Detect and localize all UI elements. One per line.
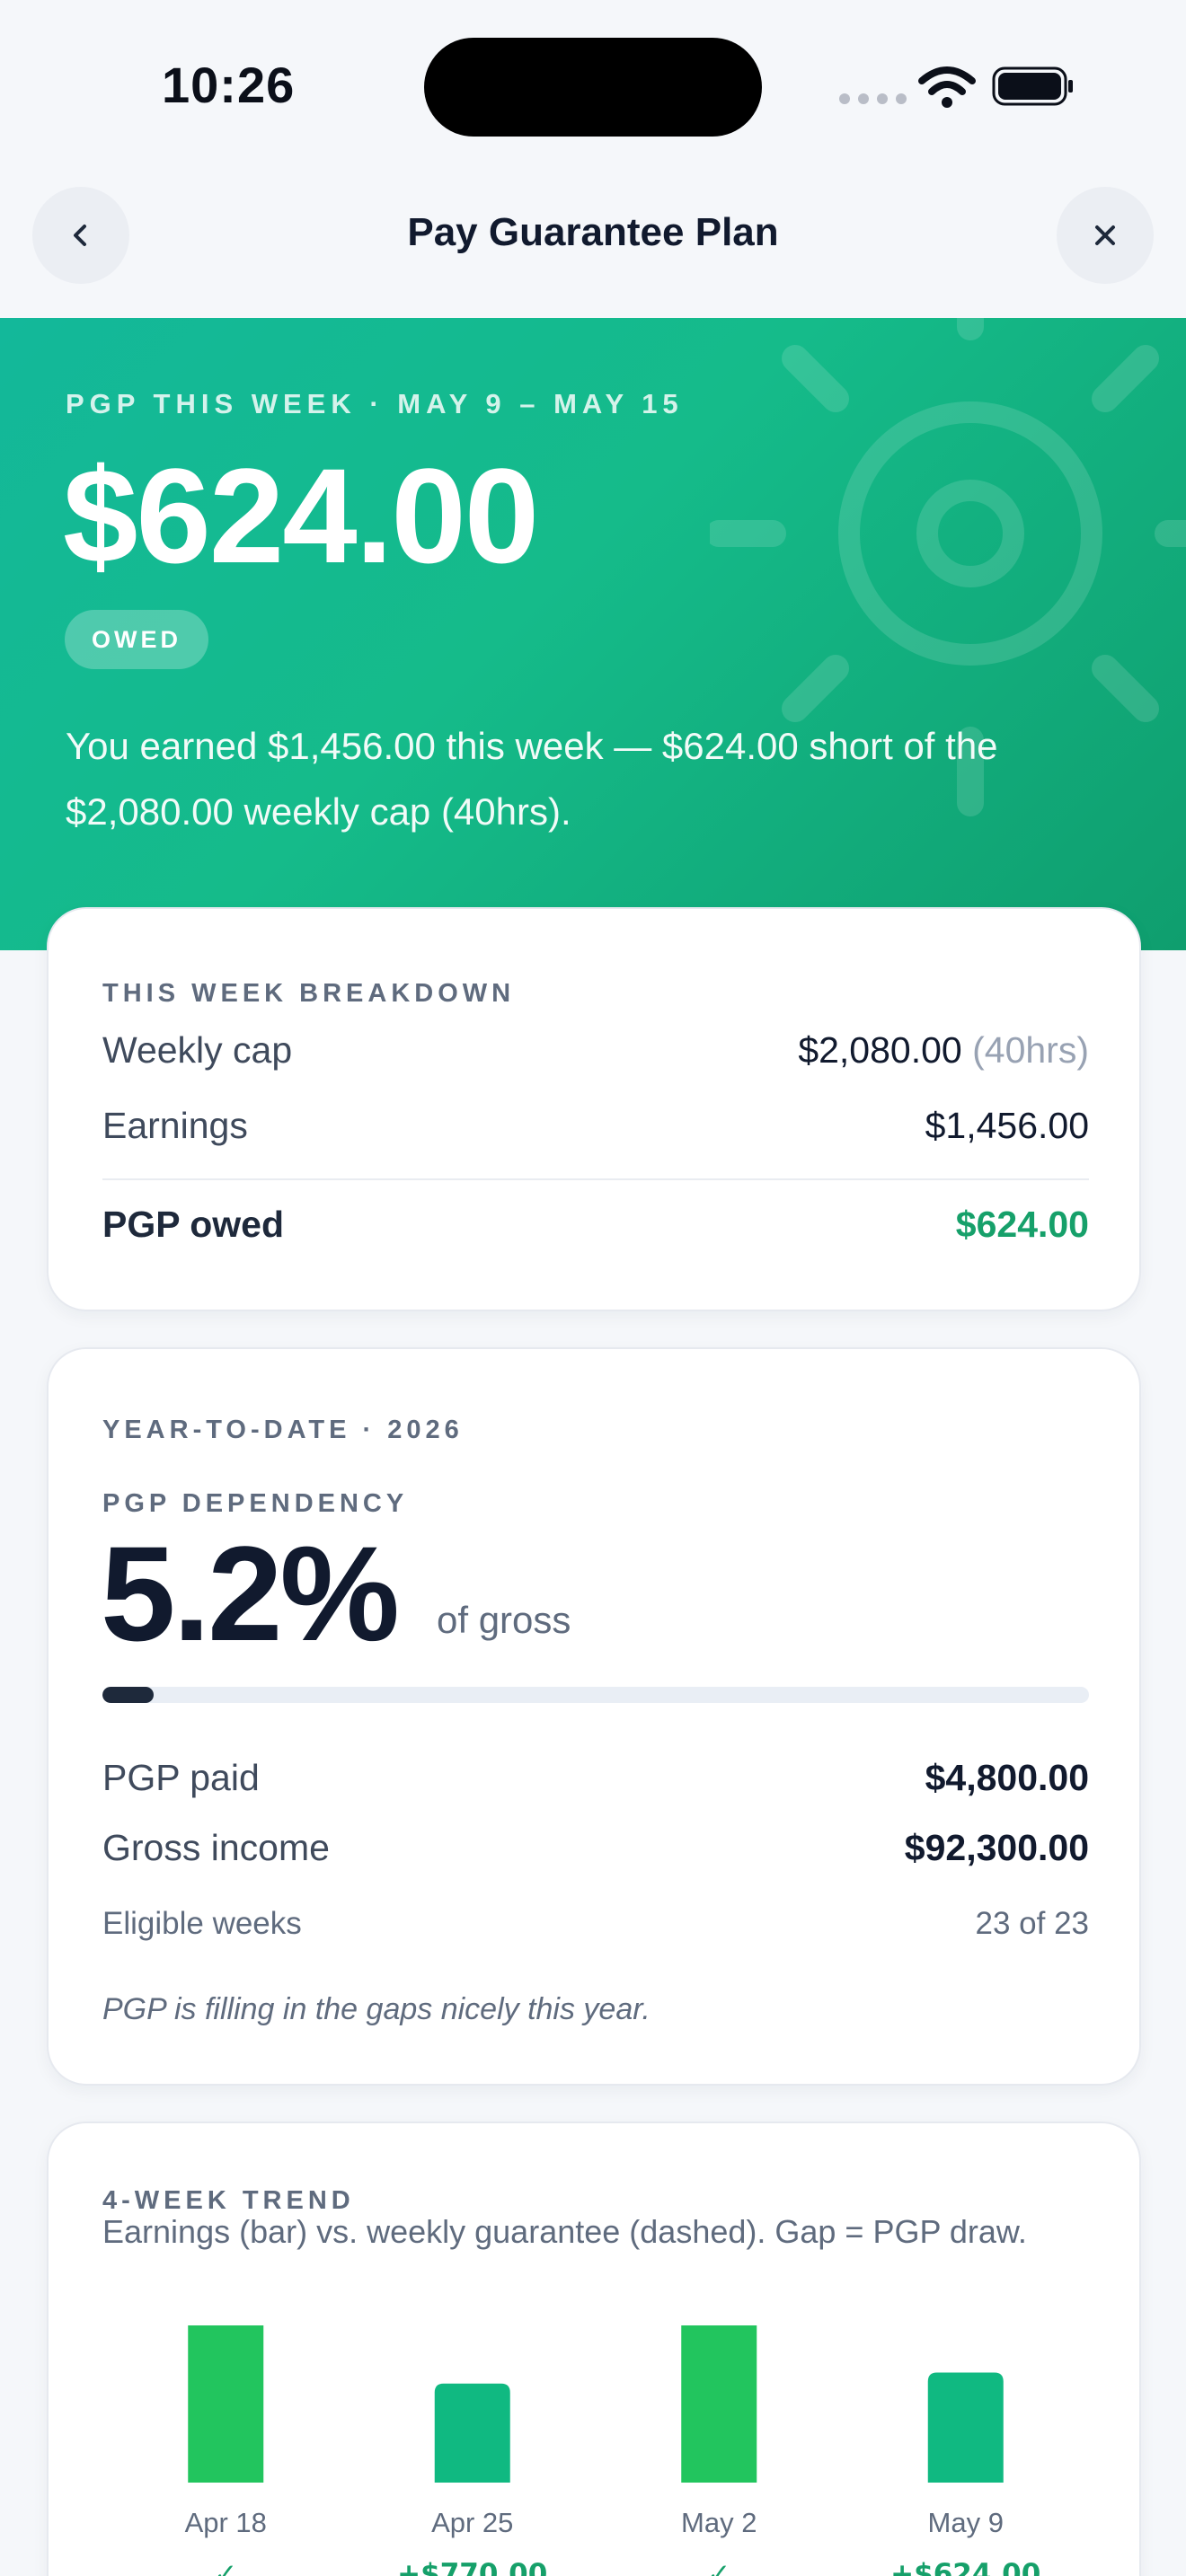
ytd-note: PGP is filling in the gaps nicely this y… [102,1992,651,2026]
wifi-icon [918,66,976,108]
pgp-paid-value: $4,800.00 [925,1757,1089,1798]
dependency-label: PGP DEPENDENCY [102,1489,409,1518]
weekly-cap-value: $2,080.00 [798,1029,962,1071]
chart-x-label: Apr 18 [185,2507,267,2538]
status-badge: OWED [65,610,208,669]
chart-bar [681,2325,757,2483]
earnings-row: Earnings $1,456.00 [102,1105,1089,1147]
chart-gap-label: +$624.00 [890,2558,1040,2576]
weekly-cap-hours: (40hrs) [972,1029,1089,1071]
eligible-weeks-value: 23 of 23 [975,1906,1090,1941]
trend-title: 4-WEEK TREND [102,2186,355,2215]
signal-icon [839,93,907,104]
breakdown-title: THIS WEEK BREAKDOWN [102,979,516,1008]
status-bar: 10:26 [0,0,1186,171]
dependency-progress-bar [102,1687,1089,1703]
ytd-title: YEAR-TO-DATE · 2026 [102,1416,464,1444]
earnings-label: Earnings [102,1105,248,1146]
trend-chart: Apr 18 ✓ Apr 25 +$770.00 May 2 ✓ May 9 +$624.00 [185,2325,1040,2576]
close-button[interactable] [1057,187,1154,284]
pgp-owed-row: PGP owed $624.00 [102,1204,1089,1246]
weekly-cap-row: Weekly cap $2,080.00 (40hrs) [102,1029,1089,1072]
eligible-weeks-label: Eligible weeks [102,1906,302,1941]
eligible-weeks-row: Eligible weeks 23 of 23 [102,1906,1089,1942]
status-time: 10:26 [162,57,296,113]
chart-bar [188,2325,264,2483]
hero-banner: PGP THIS WEEK · MAY 9 – MAY 15 $624.00 O… [0,318,1186,950]
gross-income-row: Gross income $92,300.00 [102,1827,1089,1869]
trend-card: 4-WEEK TREND Earnings (bar) vs. weekly g… [47,2122,1141,2576]
pgp-paid-label: PGP paid [102,1757,260,1798]
chart-bar [434,2383,510,2483]
chart-bar [927,2372,1004,2483]
close-icon [1095,225,1115,245]
chart-x-label: May 2 [681,2507,757,2538]
chart-gap-label: ✓ [707,2558,730,2576]
trend-subtitle: Earnings (bar) vs. weekly guarantee (das… [102,2213,1027,2250]
dependency-progress-fill [102,1687,155,1703]
battery-icon [992,66,1073,106]
chart-gap-label: +$770.00 [397,2558,547,2576]
breakdown-card: THIS WEEK BREAKDOWN Weekly cap $2,080.00… [47,907,1141,1311]
hero-period: PGP THIS WEEK · MAY 9 – MAY 15 [66,388,684,419]
divider [102,1178,1089,1180]
dependency-value: 5.2% [101,1518,400,1669]
pgp-owed-label: PGP owed [102,1204,285,1245]
weekly-cap-label: Weekly cap [102,1029,293,1071]
gross-income-label: Gross income [102,1827,330,1868]
page-title: Pay Guarantee Plan [407,210,779,254]
earnings-value: $1,456.00 [925,1105,1089,1146]
ytd-card: YEAR-TO-DATE · 2026 PGP DEPENDENCY 5.2% … [47,1347,1141,2086]
chart-x-label: May 9 [928,2507,1004,2538]
pgp-paid-row: PGP paid $4,800.00 [102,1757,1089,1799]
dynamic-island [424,38,762,137]
dependency-unit: of gross [437,1599,571,1641]
gross-income-value: $92,300.00 [904,1827,1089,1868]
hero-amount: $624.00 [63,440,539,591]
hero-description: You earned $1,456.00 this week — $624.00… [66,725,998,833]
chart-x-label: Apr 25 [431,2507,513,2538]
pgp-owed-value: $624.00 [955,1204,1089,1245]
chart-gap-label: ✓ [214,2558,237,2576]
